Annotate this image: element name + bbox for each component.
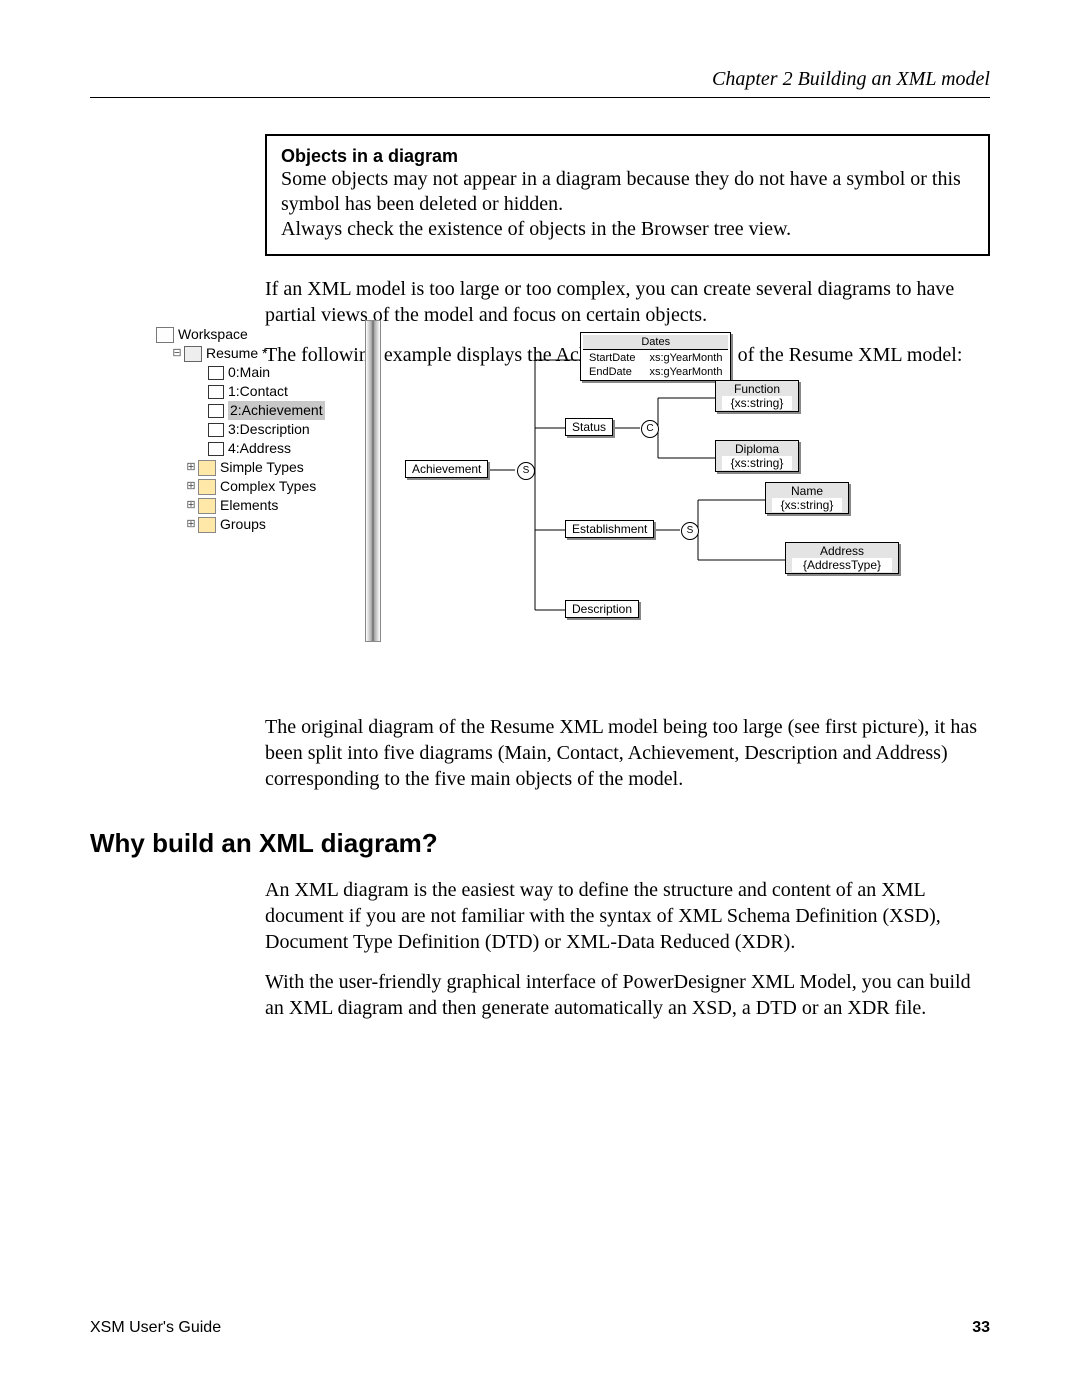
page-number: 33: [972, 1319, 990, 1337]
tree-label: Groups: [220, 515, 266, 534]
tree-label: Complex Types: [220, 477, 316, 496]
tree-folder-groups[interactable]: ⊞ Groups: [156, 515, 325, 534]
chapter-header: Chapter 2 Building an XML model: [90, 68, 990, 98]
tree-folder-elements[interactable]: ⊞ Elements: [156, 496, 325, 515]
browser-tree: Workspace ⊟ Resume * 0:Main 1:Contact 2:…: [156, 325, 325, 534]
folder-icon: [198, 460, 216, 476]
note-box: Objects in a diagram Some objects may no…: [265, 134, 990, 256]
paragraph-5: With the user-friendly graphical interfa…: [265, 969, 990, 1021]
paragraph-3: The original diagram of the Resume XML m…: [265, 714, 990, 792]
dates-header: Dates: [583, 335, 728, 350]
tree-label: 0:Main: [228, 363, 270, 382]
tree-label: Elements: [220, 496, 278, 515]
diagram-icon: [208, 385, 224, 399]
tree-resume[interactable]: ⊟ Resume *: [156, 344, 325, 363]
tree-diagram-achievement[interactable]: 2:Achievement: [156, 401, 325, 420]
tree-folder-simple-types[interactable]: ⊞ Simple Types: [156, 458, 325, 477]
function-type: {xs:string}: [722, 396, 792, 410]
model-icon: [184, 346, 202, 362]
dates-enddate-type: xs:gYearMonth: [643, 366, 728, 378]
node-function: Function {xs:string}: [715, 380, 799, 412]
xml-diagram: Dates StartDate xs:gYearMonth EndDate xs…: [365, 320, 925, 640]
expand-icon[interactable]: ⊞: [184, 458, 198, 477]
tree-diagram-address[interactable]: 4:Address: [156, 439, 325, 458]
dates-startdate-label: StartDate: [583, 352, 641, 364]
node-status: Status: [565, 418, 613, 436]
node-address: Address {AddressType}: [785, 542, 899, 574]
node-diploma: Diploma {xs:string}: [715, 440, 799, 472]
tree-label: Workspace: [178, 325, 248, 344]
dates-startdate-type: xs:gYearMonth: [643, 352, 728, 364]
node-achievement: Achievement: [405, 460, 488, 478]
tree-label-selected: 2:Achievement: [228, 401, 325, 420]
page: Chapter 2 Building an XML model Objects …: [0, 0, 1080, 1397]
note-body-1: Some objects may not appear in a diagram…: [281, 167, 974, 217]
tree-label: Resume *: [206, 344, 267, 363]
note-title: Objects in a diagram: [281, 146, 974, 167]
collapse-icon[interactable]: ⊟: [170, 344, 184, 363]
expand-icon[interactable]: ⊞: [184, 515, 198, 534]
tree-label: Simple Types: [220, 458, 304, 477]
sequence-icon: S: [517, 462, 535, 480]
name-type: {xs:string}: [772, 498, 842, 512]
node-establishment: Establishment: [565, 520, 654, 538]
workspace-icon: [156, 327, 174, 343]
tree-diagram-main[interactable]: 0:Main: [156, 363, 325, 382]
function-label: Function: [722, 382, 792, 396]
address-type: {AddressType}: [792, 558, 892, 572]
node-description: Description: [565, 600, 639, 618]
diagram-icon: [208, 423, 224, 437]
tree-diagram-contact[interactable]: 1:Contact: [156, 382, 325, 401]
note-body-2: Always check the existence of objects in…: [281, 217, 974, 242]
tree-workspace[interactable]: Workspace: [156, 325, 325, 344]
diagram-icon: [208, 366, 224, 380]
sequence-icon: S: [681, 522, 699, 540]
address-label: Address: [792, 544, 892, 558]
folder-icon: [198, 498, 216, 514]
node-dates-table: Dates StartDate xs:gYearMonth EndDate xs…: [580, 332, 731, 381]
diagram-icon: [208, 442, 224, 456]
expand-icon[interactable]: ⊞: [184, 477, 198, 496]
paragraph-4: An XML diagram is the easiest way to def…: [265, 877, 990, 955]
footer-left: XSM User's Guide: [90, 1319, 221, 1337]
expand-icon[interactable]: ⊞: [184, 496, 198, 515]
folder-icon: [198, 479, 216, 495]
tree-folder-complex-types[interactable]: ⊞ Complex Types: [156, 477, 325, 496]
name-label: Name: [772, 484, 842, 498]
node-name: Name {xs:string}: [765, 482, 849, 514]
diploma-type: {xs:string}: [722, 456, 792, 470]
choice-icon: C: [641, 420, 659, 438]
diploma-label: Diploma: [722, 442, 792, 456]
tree-label: 1:Contact: [228, 382, 288, 401]
folder-icon: [198, 517, 216, 533]
section-heading: Why build an XML diagram?: [90, 828, 990, 859]
tree-label: 3:Description: [228, 420, 310, 439]
tree-diagram-description[interactable]: 3:Description: [156, 420, 325, 439]
tree-label: 4:Address: [228, 439, 291, 458]
diagram-icon: [208, 404, 224, 418]
page-footer: XSM User's Guide 33: [90, 1319, 990, 1337]
dates-enddate-label: EndDate: [583, 366, 641, 378]
